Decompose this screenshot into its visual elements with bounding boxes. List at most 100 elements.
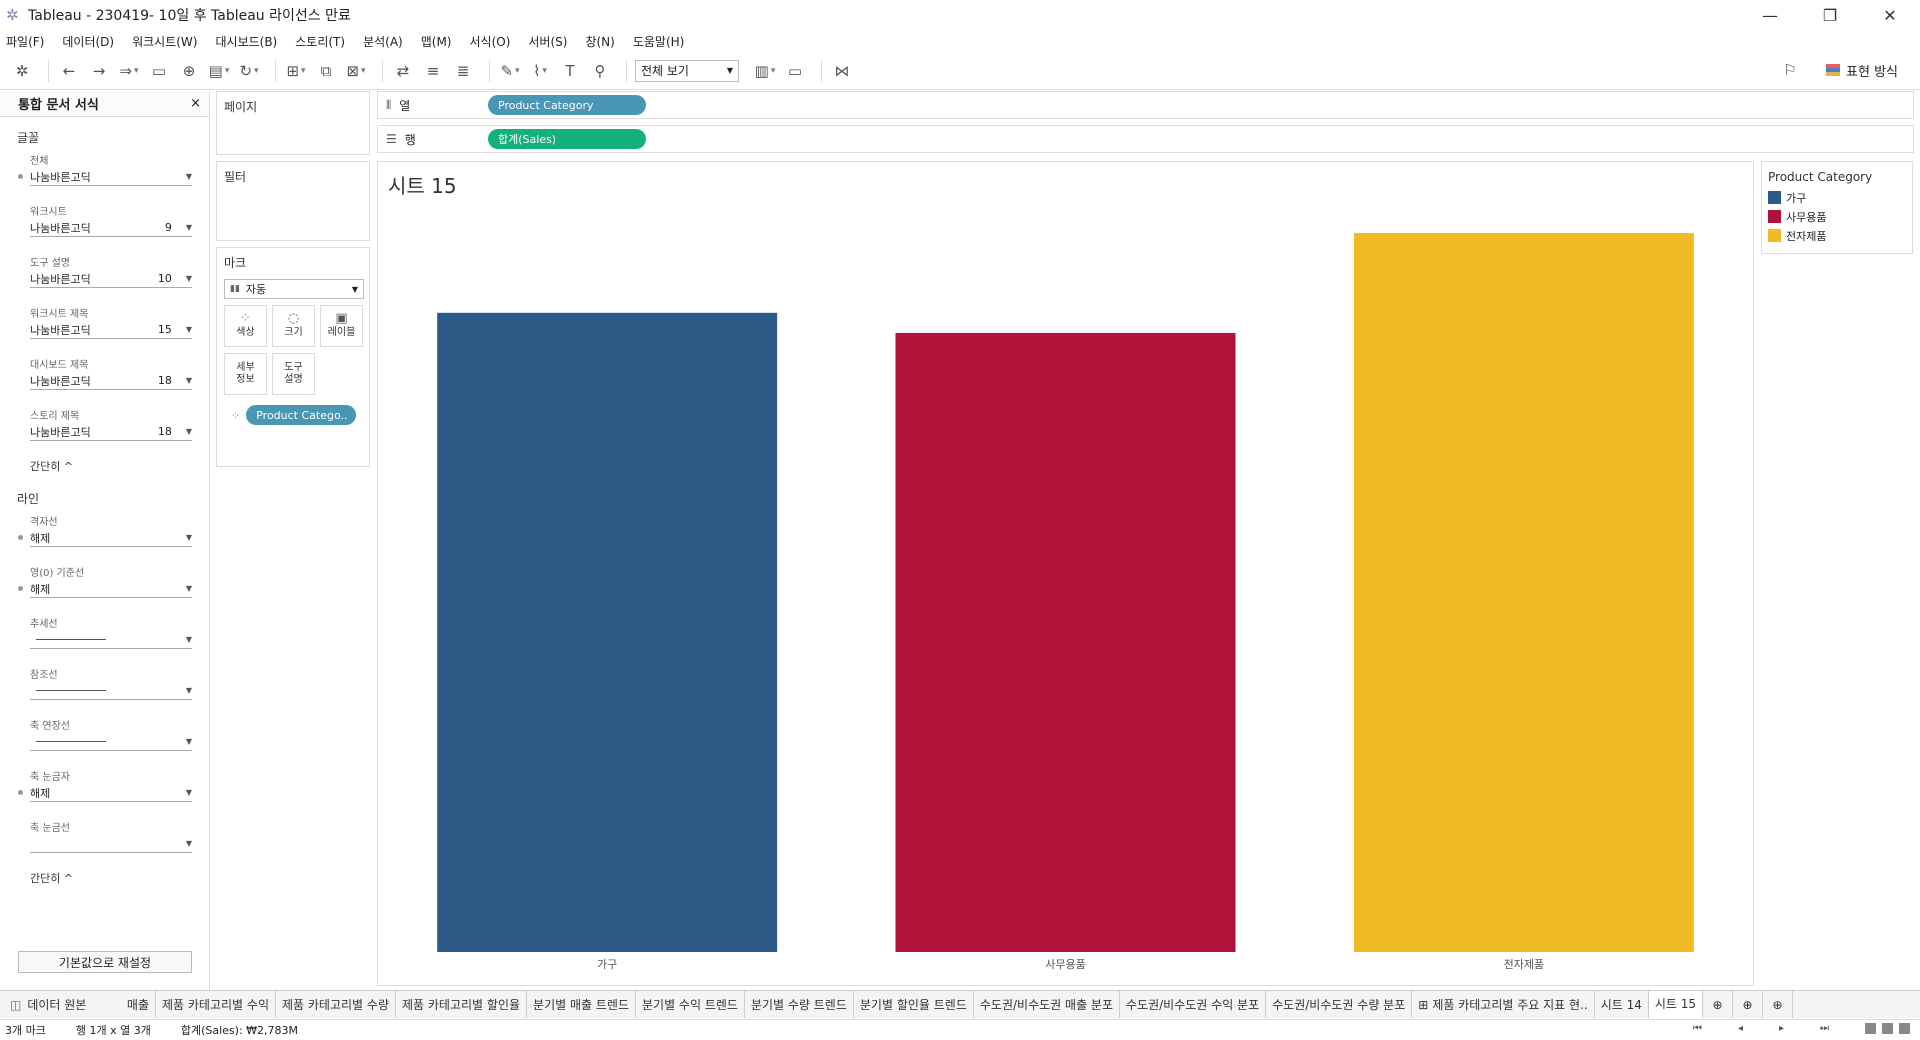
swap-rows-columns-icon[interactable]: ⇄ [391, 59, 415, 83]
legend-item[interactable]: 가구 [1762, 188, 1912, 207]
show-me-button[interactable]: 표현 방식 [1826, 61, 1898, 80]
font-select[interactable]: 나눔바른고딕 18 ▼ [30, 372, 192, 390]
sheet-tab[interactable]: 수도권/비수도권 수익 분포 [1120, 991, 1267, 1018]
fix-axes-icon[interactable]: ⚲ [588, 59, 612, 83]
datasource-tab[interactable]: ◫ 데이터 원본 [0, 991, 120, 1018]
line-select[interactable]: ▼ [30, 835, 192, 853]
line-select[interactable]: 해제 ▼ [30, 784, 192, 802]
restore-icon[interactable]: ❐ [1800, 0, 1860, 30]
bar-3[interactable] [1353, 233, 1694, 952]
reset-defaults-button[interactable]: 기본값으로 재설정 [18, 951, 192, 973]
label-button[interactable]: ▣ 레이블 [320, 305, 363, 347]
sort-ascending-icon[interactable]: ≡ [421, 59, 445, 83]
close-icon[interactable]: × [190, 96, 201, 111]
film-strip-icon[interactable] [1882, 1023, 1893, 1034]
mark-type-select[interactable]: ▮▮ 자동 ▼ [224, 279, 364, 299]
undo-icon[interactable]: ← [57, 59, 81, 83]
save-icon[interactable]: ▭ [147, 59, 171, 83]
menu-story[interactable]: 스토리(T) [295, 33, 345, 50]
sheet-tab[interactable]: 제품 카테고리별 할인율 [396, 991, 528, 1018]
menu-worksheet[interactable]: 워크시트(W) [132, 33, 197, 50]
bar-2[interactable] [895, 332, 1236, 952]
collapse-toggle[interactable]: 간단히 ^ [30, 870, 209, 886]
rows-field-pill[interactable]: 합계(Sales) [488, 129, 646, 149]
sheet-tab[interactable]: 제품 카테고리별 수익 [156, 991, 276, 1018]
show-cards-icon[interactable]: ▥ [753, 59, 777, 83]
line-setting-item: 축 눈금선 ▼ [30, 813, 192, 864]
new-worksheet-icon[interactable]: ⊕ [1703, 991, 1734, 1018]
new-datasource-icon[interactable]: ⊕ [177, 59, 201, 83]
line-section-title: 라인 [17, 492, 40, 506]
refresh-icon[interactable]: ↻ [237, 59, 261, 83]
prev-sheet-icon[interactable]: ◂ [1738, 1023, 1743, 1034]
sheet-tab[interactable]: 분기별 수량 트렌드 [745, 991, 854, 1018]
format-painter-icon[interactable]: ⚐ [1778, 58, 1802, 82]
line-select[interactable]: 해제 ▼ [30, 529, 192, 547]
sheet-tab[interactable]: 분기별 할인율 트렌드 [854, 991, 974, 1018]
menu-format[interactable]: 서식(O) [470, 33, 511, 50]
view-size-select[interactable]: 전체 보기 ▼ [635, 59, 739, 82]
new-story-icon[interactable]: ⊕ [1763, 991, 1794, 1018]
color-button[interactable]: ⁘ 색상 [224, 305, 267, 347]
pause-updates-icon[interactable]: ▤ [207, 59, 231, 83]
collapse-toggle[interactable]: 간단히 ^ [30, 458, 209, 474]
menu-server[interactable]: 서버(S) [528, 33, 567, 50]
menu-analysis[interactable]: 분석(A) [363, 33, 403, 50]
line-select[interactable]: ▼ [30, 682, 192, 700]
detail-button[interactable]: 세부 정보 [224, 353, 267, 395]
redo-icon[interactable]: → [87, 59, 111, 83]
close-icon[interactable]: ✕ [1860, 0, 1920, 30]
tab-view-icon[interactable] [1899, 1023, 1910, 1034]
sort-descending-icon[interactable]: ≣ [451, 59, 475, 83]
sheet-tab[interactable]: 수도권/비수도권 매출 분포 [974, 991, 1121, 1018]
clear-sheet-icon[interactable]: ⊠ [344, 59, 368, 83]
next-sheet-icon[interactable]: ▸ [1779, 1023, 1784, 1034]
new-worksheet-icon[interactable]: ⊞ [284, 59, 308, 83]
first-sheet-icon[interactable]: ⏮ [1693, 1023, 1702, 1034]
menu-map[interactable]: 맵(M) [421, 33, 452, 50]
presentation-mode-icon[interactable]: ▭ [783, 59, 807, 83]
columns-field-pill[interactable]: Product Category [488, 95, 646, 115]
last-sheet-icon[interactable]: ⏭ [1820, 1023, 1829, 1034]
font-select[interactable]: 나눔바른고딕 10 ▼ [30, 270, 192, 288]
sheet-tab[interactable]: 수도권/비수도권 수량 분포 [1266, 991, 1413, 1018]
menu-data[interactable]: 데이터(D) [62, 33, 114, 50]
tooltip-button[interactable]: 도구 설명 [272, 353, 315, 395]
sheet-tab[interactable]: 분기별 수익 트렌드 [636, 991, 745, 1018]
line-select[interactable]: ▼ [30, 631, 192, 649]
sheet-tab[interactable]: 매출 [120, 991, 156, 1018]
minimize-icon[interactable]: — [1740, 0, 1800, 30]
menu-file[interactable]: 파일(F) [6, 33, 44, 50]
chevron-down-icon: ▼ [185, 635, 192, 644]
menu-dashboard[interactable]: 대시보드(B) [215, 33, 277, 50]
highlight-icon[interactable]: ✎ [498, 59, 522, 83]
line-select[interactable]: 해제 ▼ [30, 580, 192, 598]
pages-card[interactable]: 페이지 [216, 91, 370, 155]
color-field-pill[interactable]: Product Catego.. [246, 405, 357, 425]
sheet-tab[interactable]: 분기별 매출 트렌드 [527, 991, 636, 1018]
line-select[interactable]: ▼ [30, 733, 192, 751]
legend-item[interactable]: 사무용품 [1762, 207, 1912, 226]
bar-1[interactable] [437, 312, 778, 952]
sorter-view-icon[interactable] [1865, 1023, 1876, 1034]
font-select[interactable]: 나눔바른고딕 9 ▼ [30, 219, 192, 237]
font-select[interactable]: 나눔바른고딕 ▼ [30, 168, 192, 186]
size-button[interactable]: ◌ 크기 [272, 305, 315, 347]
share-icon[interactable]: ⋈ [830, 59, 854, 83]
legend-item[interactable]: 전자제품 [1762, 226, 1912, 245]
group-members-icon[interactable]: ⌇ [528, 59, 552, 83]
sheet-tab[interactable]: 시트 14 [1595, 991, 1649, 1018]
sheet-tab[interactable]: 제품 카테고리별 수량 [276, 991, 396, 1018]
sheet-tab[interactable]: 시트 15 [1648, 991, 1704, 1018]
tableau-home-icon[interactable]: ✲ [10, 59, 34, 83]
sheet-tab[interactable]: ⊞ 제품 카테고리별 주요 지표 현.. [1412, 991, 1595, 1018]
replay-icon[interactable]: ⇒ [117, 59, 141, 83]
font-select[interactable]: 나눔바른고딕 15 ▼ [30, 321, 192, 339]
duplicate-sheet-icon[interactable]: ⧉ [314, 59, 338, 83]
show-mark-labels-icon[interactable]: T [558, 59, 582, 83]
menu-help[interactable]: 도움말(H) [633, 33, 685, 50]
menu-window[interactable]: 창(N) [585, 33, 614, 50]
filters-card[interactable]: 필터 [216, 161, 370, 241]
new-dashboard-icon[interactable]: ⊕ [1733, 991, 1764, 1018]
font-select[interactable]: 나눔바른고딕 18 ▼ [30, 423, 192, 441]
